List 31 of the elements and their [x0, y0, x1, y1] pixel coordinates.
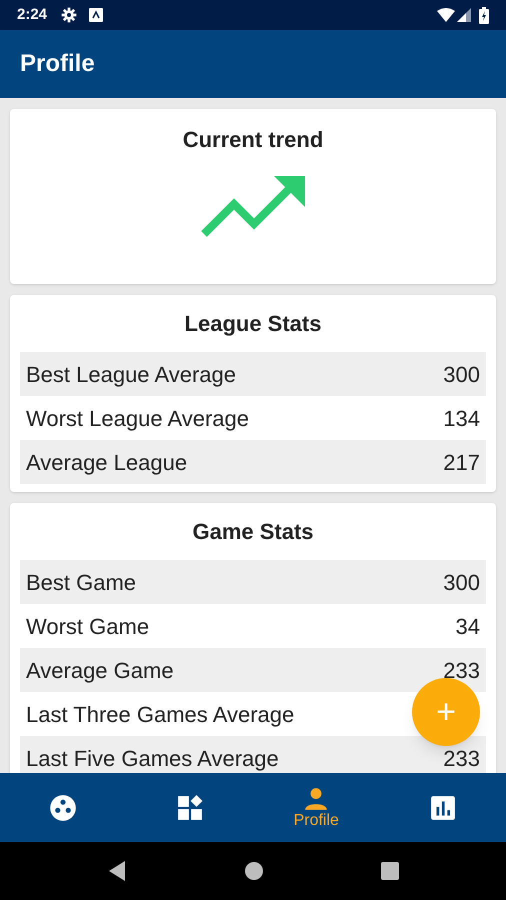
card-title: League Stats [184, 310, 322, 338]
signal-icon [457, 8, 471, 22]
stat-label: Average Game [26, 656, 174, 685]
stat-label: Average League [26, 448, 188, 477]
stat-value: 34 [456, 612, 480, 640]
person-icon [303, 786, 330, 812]
status-time: 2:24 [17, 4, 48, 25]
nav-tab[interactable]: Profile [253, 773, 380, 842]
stat-value: 233 [443, 744, 480, 772]
notification-icon [89, 8, 104, 22]
stat-label: Best Game [26, 568, 136, 596]
stat-label: Last Three Games Average [26, 700, 294, 729]
stat-value: 300 [443, 568, 480, 596]
bowling-ball-icon [49, 794, 78, 822]
stat-label: Last Five Games Average [26, 744, 279, 773]
card-title: Current trend [182, 126, 324, 154]
stat-value: 300 [443, 360, 480, 388]
stat-value: 217 [443, 448, 480, 476]
home-icon[interactable] [245, 862, 263, 880]
stat-label: Best League Average [26, 360, 236, 389]
stat-value: 134 [443, 404, 480, 432]
stat-label: Worst Game [26, 612, 150, 640]
stat-label: Worst League Average [26, 404, 250, 433]
card-title: Game Stats [191, 518, 315, 546]
app-bar-title: Profile [20, 49, 95, 79]
bar-chart-icon [430, 794, 456, 820]
gear-icon [61, 7, 78, 23]
back-icon[interactable] [107, 861, 127, 881]
widgets-icon [176, 794, 203, 820]
wifi-icon [437, 8, 455, 22]
battery-icon [479, 6, 489, 24]
